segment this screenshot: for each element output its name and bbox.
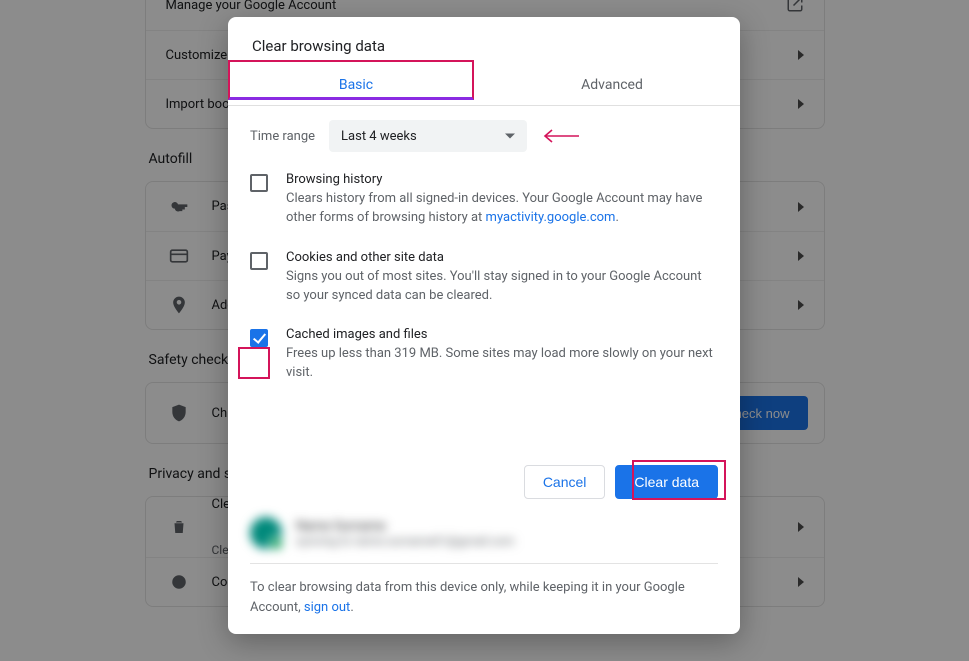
- option-desc: Clears history from all signed-in device…: [286, 190, 718, 228]
- option-desc-b: .: [615, 210, 618, 225]
- dialog-body: Time range Last 4 weeks Browsing history…: [228, 106, 740, 405]
- time-range-value: Last 4 weeks: [341, 129, 417, 144]
- time-range-label: Time range: [250, 129, 315, 144]
- checkbox-cookies[interactable]: [250, 252, 268, 270]
- dialog-tabs: Basic Advanced: [228, 65, 740, 106]
- footer-text-b: .: [350, 600, 353, 615]
- dialog-title: Clear browsing data: [228, 17, 740, 65]
- dialog-footer: Name Surname syncing to name.surname01@g…: [228, 517, 740, 634]
- account-name: Name Surname: [296, 519, 515, 534]
- footer-text: To clear browsing data from this device …: [250, 578, 718, 617]
- clear-data-button[interactable]: Clear data: [615, 465, 718, 499]
- account-text: Name Surname syncing to name.surname01@g…: [296, 519, 515, 548]
- option-text: Browsing history Clears history from all…: [286, 172, 718, 228]
- divider: [250, 563, 718, 564]
- checkbox-browsing-history[interactable]: [250, 174, 268, 192]
- myactivity-link[interactable]: myactivity.google.com: [486, 210, 616, 225]
- tab-advanced[interactable]: Advanced: [484, 65, 740, 105]
- time-range-row: Time range Last 4 weeks: [250, 120, 718, 152]
- option-title: Cookies and other site data: [286, 250, 718, 265]
- option-desc: Frees up less than 319 MB. Some sites ma…: [286, 345, 718, 383]
- avatar: [250, 517, 282, 549]
- option-cookies: Cookies and other site data Signs you ou…: [250, 250, 718, 306]
- account-email: syncing to name.surname01@gmail.com: [296, 534, 515, 548]
- tab-basic[interactable]: Basic: [228, 65, 484, 105]
- time-range-select[interactable]: Last 4 weeks: [329, 120, 527, 152]
- sign-out-link[interactable]: sign out: [304, 600, 350, 615]
- option-text: Cookies and other site data Signs you ou…: [286, 250, 718, 306]
- option-title: Browsing history: [286, 172, 718, 187]
- clear-browsing-data-dialog: Clear browsing data Basic Advanced Time …: [228, 17, 740, 634]
- option-title: Cached images and files: [286, 327, 718, 342]
- checkbox-cached[interactable]: [250, 329, 268, 347]
- annotation-arrow-icon: [541, 126, 581, 146]
- cancel-button[interactable]: Cancel: [524, 465, 606, 499]
- option-cached: Cached images and files Frees up less th…: [250, 327, 718, 383]
- chevron-down-icon: [505, 134, 515, 139]
- option-desc: Signs you out of most sites. You'll stay…: [286, 268, 718, 306]
- account-row: Name Surname syncing to name.surname01@g…: [250, 517, 718, 549]
- option-browsing-history: Browsing history Clears history from all…: [250, 172, 718, 228]
- dialog-actions: Cancel Clear data: [228, 465, 740, 517]
- option-text: Cached images and files Frees up less th…: [286, 327, 718, 383]
